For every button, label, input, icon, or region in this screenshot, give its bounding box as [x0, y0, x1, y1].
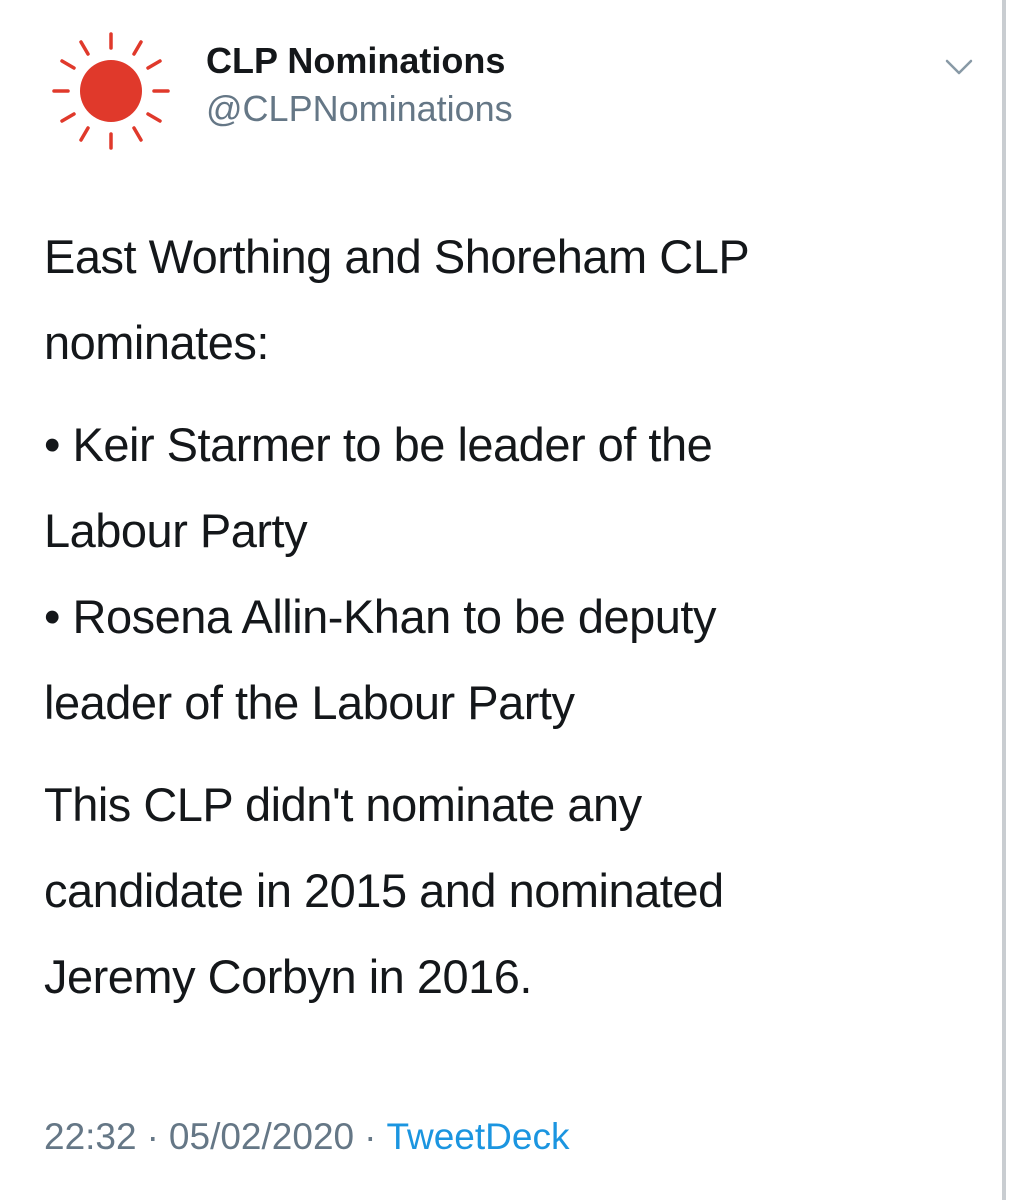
list-item-text: leader of the Labour Party: [44, 676, 575, 729]
nomination-list: • Keir Starmer to be leader of the Labou…: [44, 402, 944, 746]
list-item-text: Rosena Allin-Khan to be deputy: [72, 590, 717, 643]
intro-line: East Worthing and Shoreham CLP: [44, 230, 750, 283]
author-handle[interactable]: @CLPNominations: [206, 88, 513, 130]
tweet-card: CLP Nominations @CLPNominations East Wor…: [0, 0, 1004, 1200]
closing-paragraph: This CLP didn't nominate any candidate i…: [44, 762, 944, 1020]
bullet-glyph: •: [44, 418, 60, 471]
sun-icon[interactable]: [48, 28, 174, 154]
list-item: • Rosena Allin-Khan to be deputy leader …: [44, 574, 944, 746]
tweet-time[interactable]: 22:32: [44, 1116, 137, 1157]
closing-line: candidate in 2015 and nominated: [44, 864, 724, 917]
list-item-text: Labour Party: [44, 504, 308, 557]
tweet-date[interactable]: 05/02/2020: [169, 1116, 354, 1157]
meta-separator: ·: [146, 1116, 159, 1157]
author-name[interactable]: CLP Nominations: [206, 40, 505, 82]
tweet-text: East Worthing and Shoreham CLP nominates…: [44, 214, 944, 1020]
tweet-meta: 22:32 · 05/02/2020 · TweetDeck: [44, 1116, 569, 1158]
closing-line: This CLP didn't nominate any: [44, 778, 642, 831]
scrollbar-edge: [1002, 0, 1006, 1200]
list-item: • Keir Starmer to be leader of the Labou…: [44, 402, 944, 574]
closing-line: Jeremy Corbyn in 2016.: [44, 950, 532, 1003]
intro-line: nominates:: [44, 316, 269, 369]
chevron-down-icon[interactable]: [944, 56, 974, 78]
intro-paragraph: East Worthing and Shoreham CLP nominates…: [44, 214, 944, 386]
meta-separator: ·: [364, 1116, 377, 1157]
list-item-text: Keir Starmer to be leader of the: [72, 418, 713, 471]
bullet-glyph: •: [44, 590, 60, 643]
tweet-source-link[interactable]: TweetDeck: [386, 1116, 569, 1157]
